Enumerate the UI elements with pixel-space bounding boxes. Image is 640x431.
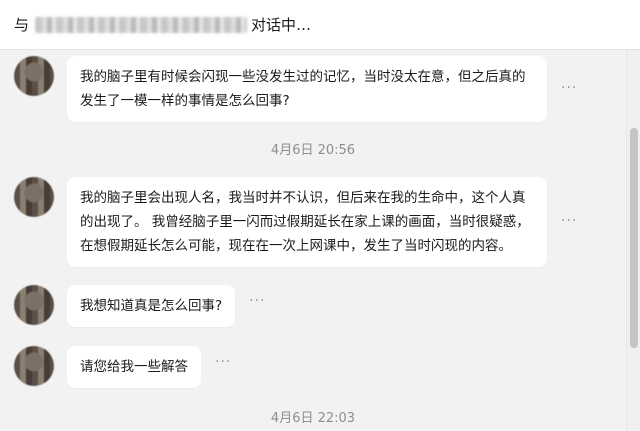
- message-bubble: 我想知道真是怎么回事?: [67, 285, 236, 327]
- more-options-icon[interactable]: ···: [561, 80, 577, 96]
- more-options-icon[interactable]: ···: [215, 354, 231, 370]
- avatar[interactable]: [14, 285, 54, 325]
- header-prefix: 与: [14, 16, 30, 34]
- more-options-icon[interactable]: ···: [561, 213, 577, 229]
- timestamp: 4月6日 22:03: [270, 411, 356, 426]
- message-row: 我想知道真是怎么回事? ···: [14, 285, 266, 327]
- blurred-username: [35, 16, 248, 33]
- header-status: 对话中…: [251, 16, 312, 34]
- message-row: 我的脑子里有时候会闪现一些没发生过的记忆，当时没太在意，但之后真的 发生了一模一…: [14, 56, 577, 122]
- avatar[interactable]: [14, 177, 54, 217]
- message-bubble: 我的脑子里有时候会闪现一些没发生过的记忆，当时没太在意，但之后真的 发生了一模一…: [67, 56, 547, 122]
- more-options-icon[interactable]: ···: [249, 293, 265, 309]
- avatar[interactable]: [14, 346, 54, 386]
- scrollbar[interactable]: [626, 50, 640, 431]
- scrollbar-thumb[interactable]: [630, 128, 638, 348]
- timestamp: 4月6日 20:56: [270, 143, 356, 158]
- message-row: 我的脑子里会出现人名，我当时并不认识，但后来在我的生命中，这个人真 的出现了。 …: [14, 177, 577, 267]
- avatar[interactable]: [14, 56, 54, 96]
- message-bubble: 请您给我一些解答: [67, 346, 201, 388]
- message-bubble: 我的脑子里会出现人名，我当时并不认识，但后来在我的生命中，这个人真 的出现了。 …: [67, 177, 547, 267]
- message-row: 请您给我一些解答 ···: [14, 346, 231, 388]
- chat-area[interactable]: 我的脑子里有时候会闪现一些没发生过的记忆，当时没太在意，但之后真的 发生了一模一…: [0, 50, 626, 431]
- chat-header: 与 对话中…: [0, 0, 640, 50]
